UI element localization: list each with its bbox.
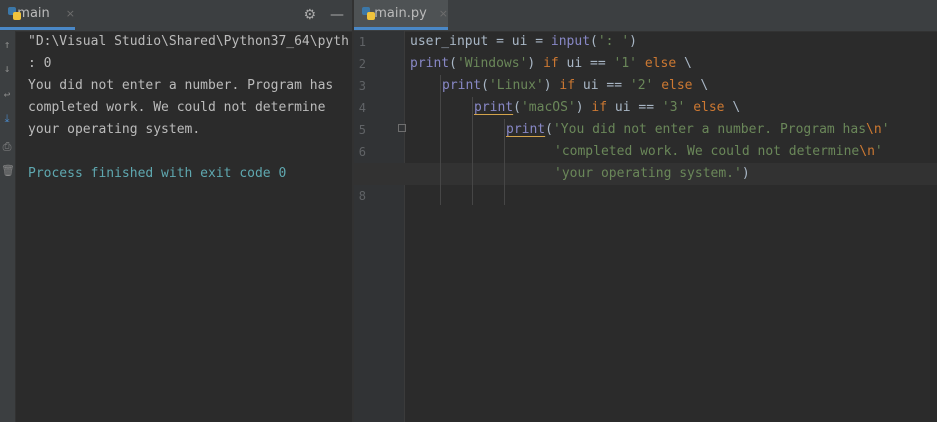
indent-guide <box>440 75 441 205</box>
line-number: 1 <box>358 35 366 49</box>
editor-tab-label: main.py <box>374 6 427 21</box>
console-line: "D:\Visual Studio\Shared\Python37_64\pyt… <box>28 34 349 49</box>
code-line: 'completed work. We could not determine\… <box>554 144 883 159</box>
fold-marker-icon[interactable] <box>398 124 406 132</box>
run-tab-label: main <box>17 6 50 21</box>
console-line: completed work. We could not determine <box>28 100 326 115</box>
run-toolbar: ↑ ↓ ↩ ⤓ ⎙ 🗑 <box>0 31 16 422</box>
code-line: user_input = ui = input(': ') <box>410 34 637 49</box>
tab-main-py[interactable]: main.py × <box>354 0 448 30</box>
scroll-to-end-icon[interactable]: ⤓ <box>1 113 13 125</box>
code-line-current: 'your operating system.') <box>354 163 937 185</box>
trash-icon[interactable]: 🗑 <box>1 165 15 177</box>
code-area[interactable]: user_input = ui = input(': ') print('Win… <box>354 31 937 241</box>
run-tool-window: main × ⚙ — ↑ ↓ ↩ ⤓ ⎙ 🗑 "D:\Visual Studio… <box>0 0 352 422</box>
code-editor: main.py × 1 2 3 4 5 6 7 8 user_input = u… <box>354 0 937 422</box>
console-line: your operating system. <box>28 122 201 137</box>
soft-wrap-icon[interactable]: ↩ <box>1 89 13 101</box>
close-icon[interactable]: × <box>66 7 75 20</box>
console-line: : 0 <box>28 56 52 71</box>
code-line: print('You did not enter a number. Progr… <box>506 122 890 137</box>
code-line: print('Windows') if ui == '1' else \ <box>410 56 692 71</box>
console-output: "D:\Visual Studio\Shared\Python37_64\pyt… <box>28 31 352 181</box>
line-number: 5 <box>358 123 366 137</box>
line-number: 8 <box>358 189 366 203</box>
line-number: 2 <box>358 57 366 71</box>
run-tab-bar: main × ⚙ — <box>0 0 352 32</box>
minimize-icon[interactable]: — <box>330 7 344 23</box>
line-number-gutter: 1 2 3 4 5 6 7 8 <box>354 31 406 422</box>
code-line: print('Linux') if ui == '2' else \ <box>442 78 709 93</box>
arrow-down-icon[interactable]: ↓ <box>1 63 13 75</box>
run-tab-main[interactable]: main × <box>0 0 75 30</box>
editor-tab-bar: main.py × <box>354 0 937 32</box>
close-icon[interactable]: × <box>439 7 448 20</box>
code-line: print('macOS') if ui == '3' else \ <box>474 100 741 115</box>
console-line: You did not enter a number. Program has <box>28 78 334 93</box>
process-finished-message: Process finished with exit code 0 <box>28 166 287 181</box>
print-icon[interactable]: ⎙ <box>1 141 13 153</box>
python-file-icon <box>362 6 375 21</box>
arrow-up-icon[interactable]: ↑ <box>1 39 13 51</box>
line-number: 3 <box>358 79 366 93</box>
indent-guide <box>504 119 505 205</box>
gear-icon[interactable]: ⚙ <box>303 7 316 23</box>
python-icon <box>8 6 21 21</box>
indent-guide <box>472 97 473 205</box>
line-number: 4 <box>358 101 366 115</box>
line-number: 6 <box>358 145 366 159</box>
